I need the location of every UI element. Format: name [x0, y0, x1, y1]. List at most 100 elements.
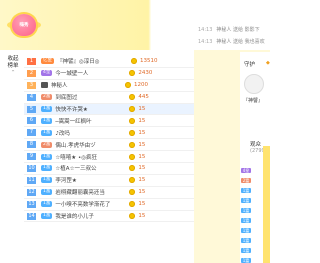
coin-icon [129, 106, 136, 112]
ranking-row[interactable]: 5 1富 快快不许哭★ 15 [24, 103, 194, 116]
contribution-value: 15 [138, 153, 146, 160]
viewer-level-badge: 1富 [241, 208, 251, 213]
ranking-tab[interactable]: 榜单 [4, 63, 22, 70]
viewer-level-badge: 4皇 [241, 168, 251, 173]
contribution-value: 15 [138, 141, 146, 148]
contribution-value: 2430 [138, 70, 153, 77]
avatar[interactable] [244, 74, 264, 94]
guard-name: 『神譬』 [243, 98, 264, 104]
chat-time: 14:13 [198, 27, 213, 33]
chat-message: 14:13 神秘人 送给 我也喜欢 [198, 38, 265, 45]
rank-number: 6 [27, 117, 36, 125]
contribution-value: 15 [138, 201, 146, 208]
ranking-panel: 收起 榜单 ⌃ 1 亿金 『神譬』◎淳日◎ 13510 2 4皇 今一城壁一人 2430 3 神秘… [0, 50, 194, 263]
coin-icon [129, 129, 136, 136]
coin-icon [129, 201, 136, 208]
chat-message: 14:13 神秘人 送给 影影下 [198, 26, 260, 33]
scrollbar[interactable] [263, 146, 270, 263]
level-badge: 1富 [41, 153, 53, 160]
level-badge: 1富 [41, 177, 53, 184]
contribution-value: 15 [138, 106, 146, 112]
rank-number: 14 [27, 212, 36, 220]
rank-number: 2 [27, 69, 36, 77]
rank-number: 4 [27, 93, 36, 101]
coin-icon [129, 153, 136, 160]
user-name[interactable]: 一小嗅不亮数学渐花了 [55, 200, 115, 208]
rank-number: 13 [27, 200, 36, 208]
user-name[interactable]: 岩栩藏翻丽囊亮还当 [55, 188, 115, 196]
ranking-row[interactable]: 13 1富 一小嗅不亮数学渐花了 15 [24, 199, 194, 211]
user-name[interactable]: 到底图过 [55, 93, 115, 101]
level-badge: 2富 [41, 141, 53, 148]
user-name[interactable]: 快快不许哭★ [55, 105, 115, 113]
user-name[interactable]: 偶山.孝虎华由ヅ [55, 141, 115, 149]
ranking-row[interactable]: 4 2富 到底图过 445 [24, 92, 194, 104]
user-name[interactable]: ♪改吗 [55, 129, 115, 137]
contribution-value: 15 [138, 177, 146, 184]
viewer-level-badge: 1富 [241, 258, 251, 263]
viewer-level-badge: 1富 [241, 218, 251, 223]
collapse-tab[interactable]: 收起 [4, 56, 22, 63]
ranking-list: 1 亿金 『神譬』◎淳日◎ 13510 2 4皇 今一城壁一人 2430 3 神秘人 1200 4 2富… [24, 56, 194, 223]
contribution-value: 1200 [134, 82, 148, 89]
ranking-row[interactable]: 7 1富 ♪改吗 15 [24, 127, 194, 140]
coin-icon [129, 177, 136, 184]
rank-number: 10 [27, 164, 36, 172]
contribution-value: 15 [138, 117, 146, 124]
show-logo[interactable]: 嗨秀 [7, 14, 41, 40]
coin-icon [129, 94, 136, 101]
ranking-row[interactable]: 9 1富 ☆嘻嘻★ •◎疯狂 15 [24, 151, 194, 164]
ranking-row[interactable]: 14 1富 我是谁的小儿子 15 [24, 211, 194, 223]
contribution-value: 445 [138, 94, 149, 101]
ranking-row[interactable]: 2 4皇 今一城壁一人 2430 [24, 68, 194, 80]
collapse-arrow-icon[interactable]: ⌃ [4, 70, 22, 77]
user-name[interactable]: 『神譬』◎淳日◎ [57, 57, 117, 65]
mystery-user-icon [41, 82, 48, 89]
ranking-row[interactable]: 6 1富 ─嵩嵩一红枫叶 15 [24, 115, 194, 128]
coin-icon [129, 213, 136, 220]
user-name[interactable]: ─嵩嵩一红枫叶 [55, 117, 115, 125]
rank-number: 5 [27, 105, 36, 113]
ranking-row[interactable]: 12 1富 岩栩藏翻丽囊亮还当 15 [24, 187, 194, 199]
chat-text: 神秘人 送给 影影下 [216, 27, 260, 33]
contribution-value: 13510 [140, 58, 158, 65]
chat-time: 14:13 [198, 39, 213, 45]
coin-icon [131, 58, 137, 65]
guard-title: 守护 [244, 62, 256, 68]
rank-number: 8 [27, 141, 36, 149]
level-badge: 1富 [41, 213, 53, 220]
user-name[interactable]: 我是谁的小儿子 [55, 212, 115, 220]
user-name[interactable]: 今一城壁一人 [55, 69, 115, 77]
viewer-level-badge: 1富 [241, 248, 251, 253]
chat-text: 神秘人 送给 我也喜欢 [216, 39, 265, 45]
viewer-level-badge: 1富 [241, 238, 251, 243]
viewer-level-badge: 1富 [241, 198, 251, 203]
level-badge: 亿金 [41, 58, 54, 65]
ranking-tabs: 收起 榜单 ⌃ [4, 56, 22, 77]
rank-number: 9 [27, 153, 36, 161]
user-name[interactable]: ☆植A☆一三叔公 [55, 164, 115, 172]
contribution-value: 15 [138, 213, 146, 220]
level-badge: 2富 [41, 94, 53, 101]
user-name[interactable]: ☆嘻嘻★ •◎疯狂 [55, 153, 115, 161]
rank-number: 3 [27, 81, 36, 89]
contribution-value: 15 [138, 165, 146, 172]
user-name[interactable]: 神秘人 [51, 81, 111, 89]
level-badge: 1富 [41, 106, 53, 112]
ranking-row[interactable]: 8 2富 偶山.孝虎华由ヅ 15 [24, 139, 194, 152]
rank-number: 11 [27, 176, 36, 184]
coin-icon [129, 70, 136, 77]
crown-icon: ◆ [266, 60, 270, 66]
audience-title: 观众 [250, 142, 262, 148]
rank-number: 12 [27, 188, 36, 196]
viewer-level-badge: 1富 [241, 228, 251, 233]
coin-icon [129, 117, 136, 124]
user-name[interactable]: 李河罡★ [55, 176, 115, 184]
ranking-row[interactable]: 1 亿金 『神譬』◎淳日◎ 13510 [24, 56, 194, 68]
logo-text: 嗨秀 [19, 23, 29, 28]
ranking-row[interactable]: 11 1富 李河罡★ 15 [24, 175, 194, 187]
coin-icon [129, 165, 136, 172]
rank-number: 7 [27, 129, 36, 137]
ranking-row[interactable]: 3 神秘人 1200 [24, 80, 194, 92]
ranking-row[interactable]: 10 1富 ☆植A☆一三叔公 15 [24, 163, 194, 175]
